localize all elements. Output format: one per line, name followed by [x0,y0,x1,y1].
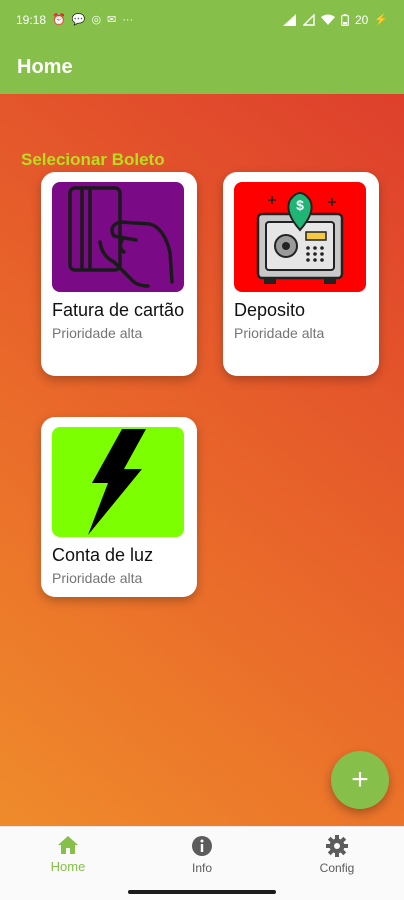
app-bar: Home [0,40,404,94]
home-indicator [128,890,276,894]
page-title: Home [17,55,73,78]
card-image [52,427,184,537]
nav-label-home: Home [50,859,86,874]
card-fatura-cartao[interactable]: Fatura de cartão Prioridade alta [41,172,197,376]
status-time: 19:18 [16,13,47,27]
info-icon [192,836,212,856]
card-image [52,182,184,292]
status-left: 19:18 ⏰ 💬 ◎ ✉ ··· [16,13,133,27]
card-conta-luz[interactable]: Conta de luz Prioridade alta [41,417,197,597]
card-title: Fatura de cartão [52,300,185,320]
wifi-icon [320,14,335,25]
main-content: Selecionar Boleto Fatura de cartão Prior… [0,94,404,826]
more-icon: ··· [122,13,134,26]
battery-level: 20 [354,13,369,27]
charging-icon: ⚡ [374,13,388,26]
plus-icon: + [351,763,369,796]
add-button[interactable]: + [331,751,389,809]
nav-item-config[interactable]: Config [292,835,382,875]
svg-text:$: $ [296,197,304,213]
card-title: Deposito [234,300,306,320]
card-subtitle: Prioridade alta [52,570,143,586]
alarm-icon: ⏰ [52,13,66,26]
lightning-icon [88,429,146,535]
home-icon [58,836,78,854]
chat-icon: 💬 [71,13,86,26]
nav-label-info: Info [191,861,212,875]
status-bar: 19:18 ⏰ 💬 ◎ ✉ ··· 20 ⚡ [0,0,404,40]
card-deposito[interactable]: $ Deposito Prioridade alta [223,172,379,376]
signal-icon-2 [302,14,315,26]
card-title: Conta de luz [52,545,154,565]
mail-icon: ✉ [107,13,117,26]
gear-icon [326,835,348,857]
status-right: 20 ⚡ [282,13,388,27]
card-subtitle: Prioridade alta [52,325,143,341]
bottom-nav: Home Info Config [0,826,404,900]
nav-label-config: Config [319,861,355,875]
instagram-icon: ◎ [91,13,102,26]
credit-card-hand-icon [68,186,174,288]
card-subtitle: Prioridade alta [234,325,325,341]
signal-icon [282,14,296,26]
nav-item-info[interactable]: Info [157,835,247,875]
nav-item-home[interactable]: Home [23,835,113,874]
section-title: Selecionar Boleto [21,150,165,169]
battery-icon [341,14,349,26]
card-image: $ [234,182,366,292]
safe-money-icon: $ [256,192,344,284]
